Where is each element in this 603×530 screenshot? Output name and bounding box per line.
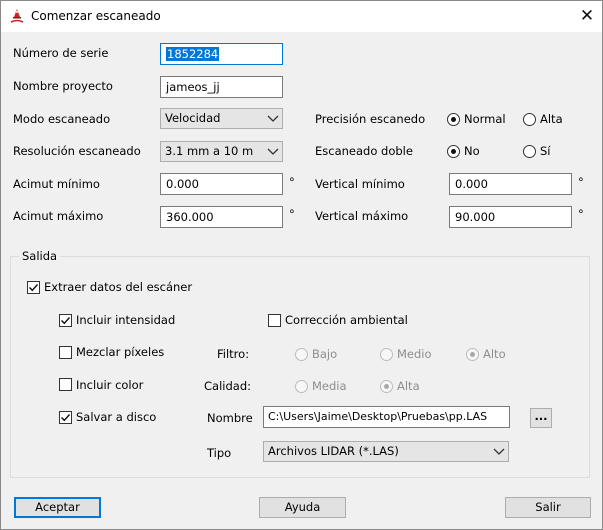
filtro-medio-label: Medio bbox=[397, 347, 432, 361]
vertical-max-label: Vertical máximo bbox=[315, 209, 409, 223]
filtro-alto-radio[interactable] bbox=[466, 348, 479, 361]
vertical-max-field[interactable]: 90.000 bbox=[449, 206, 572, 228]
calidad-alta-radio[interactable] bbox=[380, 380, 393, 393]
filtro-bajo-label: Bajo bbox=[312, 347, 338, 361]
filtro-medio-radio[interactable] bbox=[380, 348, 393, 361]
precision-normal-label: Normal bbox=[464, 112, 506, 126]
nombre-field[interactable]: C:\Users\Jaime\Desktop\Pruebas\pp.LAS bbox=[263, 406, 510, 428]
doble-si-label: Sí bbox=[540, 144, 551, 158]
extraer-label: Extraer datos del escáner bbox=[44, 280, 193, 294]
tipo-dropdown[interactable]: Archivos LIDAR (*.LAS) bbox=[263, 441, 509, 462]
tipo-label: Tipo bbox=[207, 446, 232, 460]
filtro-bajo-radio[interactable] bbox=[295, 348, 308, 361]
serie-field[interactable]: 1852284 bbox=[160, 43, 283, 65]
doble-no-radio[interactable] bbox=[447, 145, 460, 158]
app-logo-icon bbox=[9, 8, 25, 24]
ayuda-button[interactable]: Ayuda bbox=[259, 497, 346, 518]
salida-legend: Salida bbox=[19, 249, 61, 263]
proyecto-field[interactable]: jameos_jj bbox=[160, 76, 283, 98]
calidad-alta-label: Alta bbox=[397, 379, 420, 393]
modo-dropdown[interactable]: Velocidad bbox=[160, 108, 283, 129]
correccion-label: Corrección ambiental bbox=[285, 313, 408, 327]
calidad-media-label: Media bbox=[312, 379, 347, 393]
nombre-label: Nombre bbox=[207, 411, 253, 425]
resolucion-dropdown[interactable]: 3.1 mm a 10 m bbox=[160, 141, 283, 162]
doble-si-radio[interactable] bbox=[523, 145, 536, 158]
calidad-media-radio[interactable] bbox=[295, 380, 308, 393]
chevron-down-icon bbox=[267, 115, 279, 122]
proyecto-label: Nombre proyecto bbox=[13, 79, 113, 93]
filtro-alto-label: Alto bbox=[483, 347, 506, 361]
color-label: Incluir color bbox=[76, 378, 144, 392]
precision-normal-radio[interactable] bbox=[447, 113, 460, 126]
serie-value: 1852284 bbox=[166, 47, 220, 61]
resolucion-label: Resolución escaneado bbox=[13, 144, 141, 158]
intensidad-checkbox[interactable] bbox=[59, 314, 72, 327]
acimut-min-degree: ° bbox=[289, 175, 295, 189]
checkmark-icon bbox=[61, 414, 71, 422]
doble-label: Escaneado doble bbox=[315, 144, 413, 158]
checkmark-icon bbox=[61, 317, 71, 325]
salvar-label: Salvar a disco bbox=[76, 410, 157, 424]
salvar-checkbox[interactable] bbox=[59, 411, 72, 424]
vertical-min-label: Vertical mínimo bbox=[315, 177, 405, 191]
window-title: Comenzar escaneado bbox=[31, 9, 161, 23]
extraer-checkbox[interactable] bbox=[27, 281, 40, 294]
modo-label: Modo escaneado bbox=[13, 112, 111, 126]
intensidad-label: Incluir intensidad bbox=[76, 313, 176, 327]
tipo-value: Archivos LIDAR (*.LAS) bbox=[268, 444, 399, 458]
precision-alta-radio[interactable] bbox=[523, 113, 536, 126]
mezclar-checkbox[interactable] bbox=[59, 346, 72, 359]
acimut-max-degree: ° bbox=[289, 207, 295, 221]
acimut-max-field[interactable]: 360.000 bbox=[160, 206, 283, 228]
serie-label: Número de serie bbox=[13, 46, 109, 60]
acimut-min-label: Acimut mínimo bbox=[13, 177, 100, 191]
checkmark-icon bbox=[29, 284, 39, 292]
precision-alta-label: Alta bbox=[540, 112, 563, 126]
doble-no-label: No bbox=[464, 144, 480, 158]
color-checkbox[interactable] bbox=[59, 378, 72, 391]
title-bar: Comenzar escaneado ✕ bbox=[1, 1, 602, 32]
acimut-max-label: Acimut máximo bbox=[13, 209, 104, 223]
salir-button[interactable]: Salir bbox=[505, 497, 591, 518]
modo-value: Velocidad bbox=[165, 111, 221, 125]
aceptar-button[interactable]: Aceptar bbox=[14, 497, 101, 518]
correccion-checkbox[interactable] bbox=[268, 314, 281, 327]
browse-button[interactable]: ... bbox=[530, 408, 552, 428]
precision-label: Precisión escanedo bbox=[315, 112, 426, 126]
mezclar-label: Mezclar píxeles bbox=[76, 345, 165, 359]
filtro-label: Filtro: bbox=[217, 347, 250, 361]
vertical-max-degree: ° bbox=[578, 207, 584, 221]
vertical-min-degree: ° bbox=[578, 175, 584, 189]
chevron-down-icon bbox=[267, 148, 279, 155]
dialog-window: Comenzar escaneado ✕ Número de serie 185… bbox=[0, 0, 603, 530]
chevron-down-icon bbox=[493, 448, 505, 455]
vertical-min-field[interactable]: 0.000 bbox=[449, 173, 572, 195]
resolucion-value: 3.1 mm a 10 m bbox=[165, 144, 254, 158]
close-button[interactable]: ✕ bbox=[575, 5, 599, 27]
calidad-label: Calidad: bbox=[204, 379, 251, 393]
acimut-min-field[interactable]: 0.000 bbox=[160, 173, 283, 195]
